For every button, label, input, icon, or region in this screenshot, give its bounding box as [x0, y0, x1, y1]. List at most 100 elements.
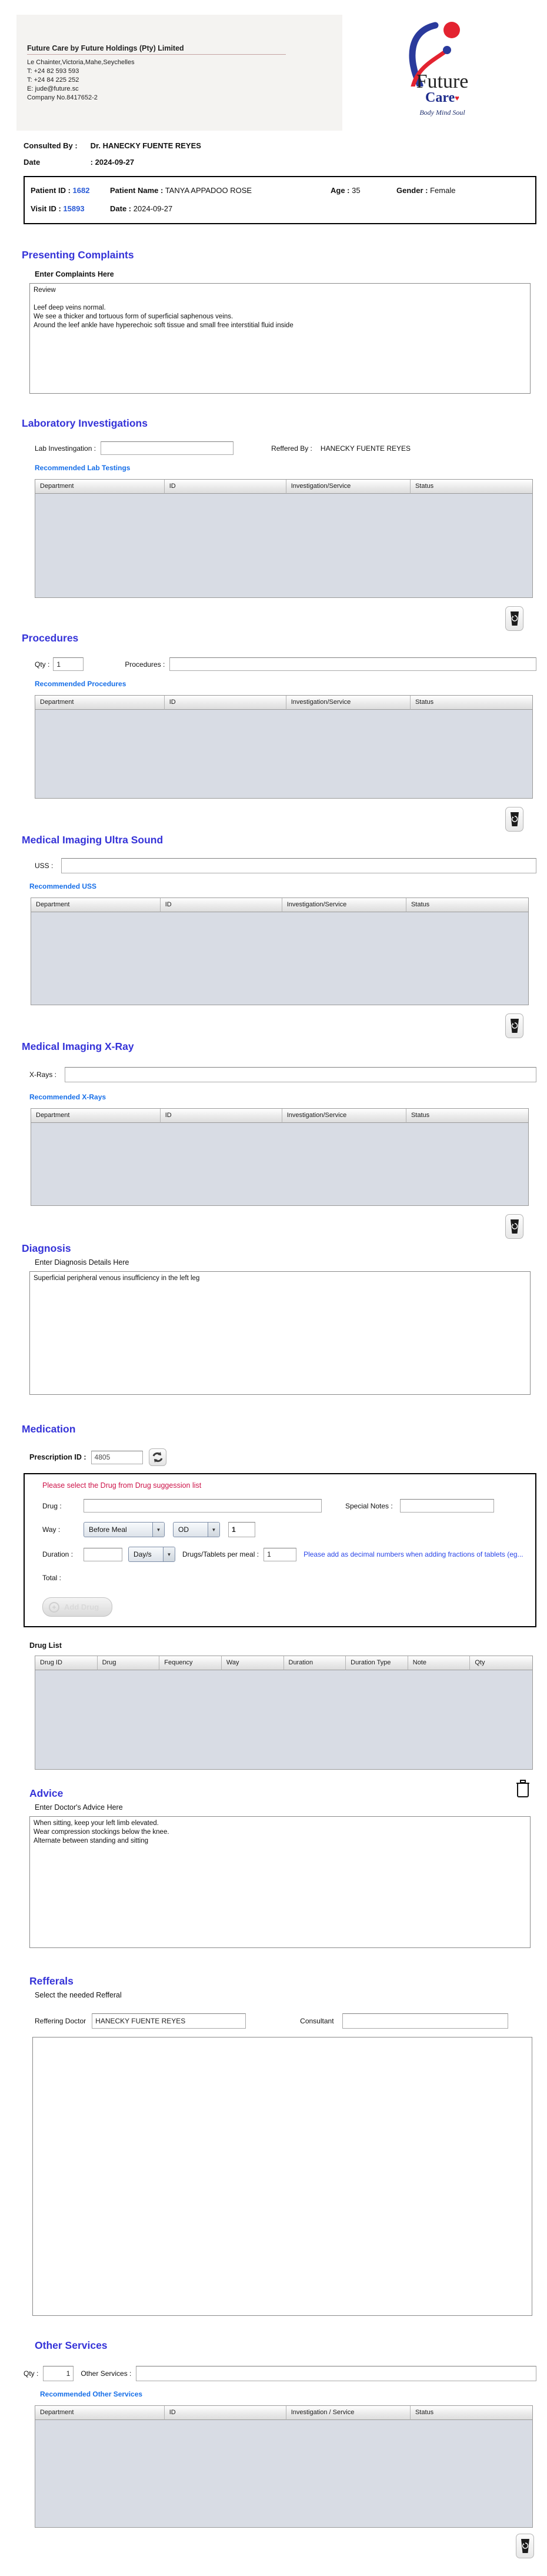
add-drug-button[interactable]: + Add Drug: [42, 1597, 113, 1617]
consultation-date-label: Date: [24, 158, 41, 167]
uss-col-investigation: Investigation/Service: [282, 898, 406, 912]
trash-recycle-icon: [510, 1019, 519, 1033]
chevron-down-icon: ▼: [163, 1547, 175, 1561]
refferal-doctor-row: Reffering Doctor Consultant: [35, 2013, 547, 2029]
other-services-input[interactable]: [136, 2366, 536, 2381]
meal-timing-select[interactable]: Before Meal ▼: [84, 1522, 165, 1537]
prescription-id-input[interactable]: [91, 1450, 143, 1464]
patient-gender-label: Gender :: [396, 186, 428, 195]
patient-info-box: Patient ID : 1682 Patient Name : TANYA A…: [24, 176, 536, 224]
trash-recycle-icon: [510, 1219, 519, 1234]
clear-xray-table-button[interactable]: [505, 1214, 523, 1239]
uss-col-department: Department: [31, 898, 161, 912]
logo-heart-icon: ♥: [455, 94, 459, 102]
trash-outline-icon: [516, 1780, 529, 1797]
other-qty-input[interactable]: [43, 2366, 74, 2381]
lab-col-status: Status: [410, 480, 532, 494]
per-meal-input[interactable]: [264, 1547, 297, 1561]
clear-advice-button[interactable]: [515, 1779, 531, 1800]
recommended-xray-link[interactable]: Recommended X-Rays: [29, 1093, 106, 1101]
uss-col-id: ID: [160, 898, 282, 912]
other-services-body: [35, 2420, 532, 2527]
way-row: Way : Before Meal ▼ OD ▼: [42, 1522, 529, 1537]
recommended-procedures-link[interactable]: Recommended Procedures: [35, 680, 126, 688]
drug-list-header: Drug ID Drug Fequency Way Duration Durat…: [35, 1656, 532, 1670]
uss-col-status: Status: [406, 898, 528, 912]
patient-name-value: TANYA APPADOO ROSE: [165, 186, 252, 195]
clear-lab-table-button[interactable]: [505, 606, 523, 631]
company-email: E: jude@future.sc: [27, 85, 79, 92]
meal-timing-value: Before Meal: [89, 1525, 127, 1534]
consulted-by-line: Consulted By : Dr. HANECKY FUENTE REYES: [24, 141, 547, 150]
company-logo: Future Care♥ Body Mind Soul: [342, 15, 519, 131]
xray-label: X-Rays :: [29, 1071, 57, 1079]
lab-table-body: [35, 494, 532, 597]
other-services-label: Other Services :: [81, 2369, 132, 2378]
patient-id-label: Patient ID :: [31, 186, 71, 195]
trash-recycle-icon: [510, 812, 519, 826]
drug-col-qty: Qty: [470, 1656, 532, 1670]
patient-age-field: Age : 35: [331, 186, 396, 195]
other-services-title: Other Services: [35, 2339, 108, 2351]
visit-id-value: 15893: [63, 204, 85, 213]
uss-label: USS :: [35, 862, 54, 870]
procedures-table-body: [35, 710, 532, 798]
clear-other-services-button[interactable]: [516, 2534, 534, 2558]
drug-list-body: [35, 1670, 532, 1769]
drug-row: Drug : Special Notes :: [42, 1499, 529, 1513]
diagnosis-textarea[interactable]: Superficial peripheral venous insufficie…: [29, 1271, 531, 1395]
frequency-value: OD: [178, 1525, 189, 1534]
xray-col-investigation: Investigation/Service: [282, 1109, 406, 1123]
xray-col-id: ID: [160, 1109, 282, 1123]
consultant-input[interactable]: [342, 2013, 508, 2029]
reffering-doctor-input[interactable]: [92, 2013, 246, 2029]
other-col-investigation: Investigation / Service: [286, 2406, 411, 2420]
drug-input[interactable]: [84, 1499, 322, 1513]
lab-investigation-input[interactable]: [101, 441, 234, 455]
duration-input[interactable]: [84, 1547, 122, 1561]
drug-col-frequency: Fequency: [159, 1656, 222, 1670]
advice-sub-label: Enter Doctor's Advice Here: [35, 1803, 123, 1811]
company-name: Future Care by Future Holdings (Pty) Lim…: [27, 44, 286, 55]
procedures-table: Department ID Investigation/Service Stat…: [35, 695, 533, 799]
advice-textarea[interactable]: When sitting, keep your left limb elevat…: [29, 1816, 531, 1948]
other-services-header: Department ID Investigation / Service St…: [35, 2406, 532, 2420]
procedures-col-status: Status: [410, 696, 532, 710]
recommended-uss-link[interactable]: Recommended USS: [29, 882, 96, 890]
xray-col-department: Department: [31, 1109, 161, 1123]
complaints-textarea[interactable]: Review Leef deep veins normal. We see a …: [29, 283, 531, 394]
uss-input[interactable]: [61, 858, 536, 873]
xray-input[interactable]: [65, 1067, 536, 1082]
procedures-input[interactable]: [169, 657, 536, 671]
visit-id-label: Visit ID :: [31, 204, 61, 213]
special-notes-label: Special Notes :: [345, 1501, 393, 1510]
recommended-other-services-link[interactable]: Recommended Other Services: [40, 2390, 142, 2398]
refresh-prescription-button[interactable]: [148, 1448, 166, 1466]
company-phone-1: T: +24 82 593 593: [27, 68, 79, 75]
drug-col-note: Note: [408, 1656, 471, 1670]
patient-row-1: Patient ID : 1682 Patient Name : TANYA A…: [31, 186, 529, 195]
lab-investigation-label: Lab Investingation :: [35, 444, 96, 453]
drug-list-table: Drug ID Drug Fequency Way Duration Durat…: [35, 1656, 533, 1770]
procedures-qty-input[interactable]: [53, 657, 84, 671]
refresh-icon: [152, 1452, 162, 1462]
lab-reffered-by-value: HANECKY FUENTE REYES: [320, 444, 411, 453]
clear-procedures-table-button[interactable]: [505, 807, 523, 832]
way-qty-input[interactable]: [228, 1522, 255, 1537]
patient-id-value: 1682: [72, 186, 90, 195]
visit-date-value: 2024-09-27: [133, 204, 173, 213]
xray-col-status: Status: [406, 1109, 528, 1123]
lab-table-header: Department ID Investigation/Service Stat…: [35, 480, 532, 494]
procedures-title: Procedures: [22, 632, 79, 644]
duration-row: Duration : Day/s ▼ Drugs/Tablets per mea…: [42, 1547, 529, 1562]
duration-unit-select[interactable]: Day/s ▼: [128, 1547, 175, 1562]
company-info: Future Care by Future Holdings (Pty) Lim…: [16, 15, 286, 131]
frequency-select[interactable]: OD ▼: [173, 1522, 220, 1537]
other-col-id: ID: [164, 2406, 286, 2420]
lab-table: Department ID Investigation/Service Stat…: [35, 479, 533, 598]
clear-uss-table-button[interactable]: [505, 1013, 523, 1038]
special-notes-input[interactable]: [399, 1499, 494, 1513]
recommended-lab-testings-link[interactable]: Recommended Lab Testings: [35, 464, 130, 472]
xray-table: Department ID Investigation/Service Stat…: [31, 1108, 529, 1206]
medication-title: Medication: [22, 1423, 76, 1435]
